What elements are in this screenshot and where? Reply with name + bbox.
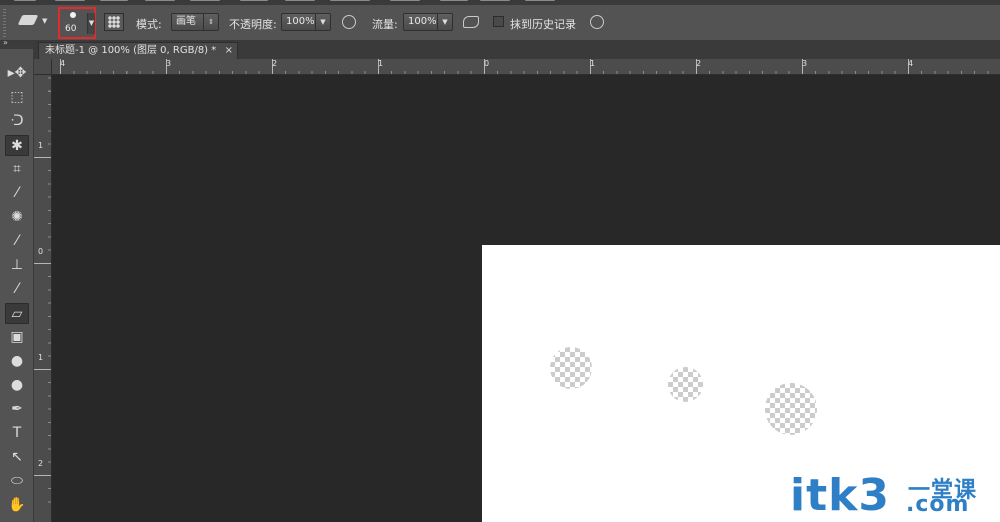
flow-value: 100%	[408, 16, 437, 27]
type-tool-icon[interactable]: T	[5, 423, 29, 444]
toolbar-collapse-handle[interactable]: »	[0, 38, 34, 49]
ruler-tick: 1	[38, 353, 44, 362]
eraser-preset-icon	[17, 15, 39, 25]
erased-transparent-area	[550, 347, 592, 389]
crop-tool-icon[interactable]: ⌗	[5, 159, 29, 180]
watermark-com-text: .com	[906, 492, 970, 517]
eraser-tool-icon[interactable]: ▱	[5, 303, 29, 324]
ruler-tick: 3	[166, 59, 172, 68]
marquee-tool-icon[interactable]: ⬚	[5, 87, 29, 108]
flow-field[interactable]: 100% ▼	[403, 13, 453, 31]
ruler-tick: 0	[484, 59, 490, 68]
ruler-tick: 1	[38, 141, 44, 150]
opacity-value: 100%	[286, 16, 315, 27]
canvas-workspace[interactable]	[52, 75, 1000, 522]
ruler-tick: 1	[378, 59, 384, 68]
erase-history-label: 抹到历史记录	[510, 18, 576, 31]
brush-size-value: 60	[65, 24, 77, 34]
options-bar: ▼ 60 ▼ 模式: 画笔 ⇕ 不透明度: 100% ▼ 流量: 100% ▼ …	[0, 5, 1000, 41]
pressure-opacity-button[interactable]	[340, 14, 358, 32]
airbrush-button[interactable]	[462, 14, 482, 32]
path-selection-tool-icon[interactable]: ↖	[5, 447, 29, 468]
pen-tool-icon[interactable]: ✒	[5, 399, 29, 420]
brush-panel-icon	[108, 16, 120, 28]
ruler-tick: 1	[590, 59, 596, 68]
document-tab[interactable]: 未标题-1 @ 100% (图层 0, RGB/8) * ×	[38, 42, 238, 59]
vertical-ruler[interactable]: 1 0 1 2	[34, 59, 52, 522]
mode-select[interactable]: 画笔 ⇕	[171, 13, 219, 31]
flow-label: 流量:	[372, 18, 398, 31]
brush-preset-picker[interactable]: 60 ▼	[58, 7, 96, 39]
erase-history-checkbox[interactable]	[493, 16, 504, 27]
chevron-down-icon[interactable]: ▼	[315, 14, 330, 30]
ruler-tick: 3	[802, 59, 808, 68]
airbrush-icon	[463, 16, 479, 28]
tools-panel: ▸✥ ⬚ ᑝ ✱ ⌗ ⁄ ✺ ⁄ ⊥ ⁄ ▱ ▣ ● ● ✒ T ↖ ⬭ ✋	[0, 49, 34, 522]
blur-tool-icon[interactable]: ●	[5, 351, 29, 372]
magic-wand-tool-icon[interactable]: ✱	[5, 135, 29, 156]
watermark-text: itk3	[790, 470, 890, 521]
ruler-tick: 2	[38, 459, 44, 468]
close-icon[interactable]: ×	[225, 43, 233, 58]
dodge-tool-icon[interactable]: ●	[5, 375, 29, 396]
move-tool-icon[interactable]: ▸✥	[5, 63, 29, 84]
document-tabs: 未标题-1 @ 100% (图层 0, RGB/8) * ×	[34, 41, 1000, 59]
eyedropper-tool-icon[interactable]: ⁄	[5, 183, 29, 204]
mode-label: 模式:	[136, 18, 162, 31]
erased-transparent-area	[668, 367, 703, 402]
chevron-down-icon: ▼	[42, 17, 48, 25]
document-tab-title: 未标题-1 @ 100% (图层 0, RGB/8) *	[45, 45, 217, 56]
ruler-tick: 4	[60, 59, 66, 68]
horizontal-ruler[interactable]: 4 3 2 1 0 1 2 3 4	[52, 59, 1000, 75]
ruler-tick: 4	[908, 59, 914, 68]
ruler-tick: 2	[272, 59, 278, 68]
history-brush-tool-icon[interactable]: ⁄	[5, 279, 29, 300]
brush-tip-icon	[70, 12, 76, 18]
gradient-tool-icon[interactable]: ▣	[5, 327, 29, 348]
watermark-logo: itk3 一堂课 .com	[790, 470, 976, 521]
pen-pressure-icon	[342, 15, 356, 29]
pressure-size-button[interactable]	[588, 14, 606, 32]
ruler-tick: 0	[38, 247, 44, 256]
ruler-tick: 2	[696, 59, 702, 68]
tool-preset-picker[interactable]: ▼	[17, 13, 48, 31]
mode-value: 画笔	[176, 16, 196, 27]
double-chevron-icon: »	[3, 38, 8, 47]
chevron-down-icon[interactable]: ▼	[87, 13, 95, 34]
opacity-label: 不透明度:	[229, 18, 277, 31]
updown-icon: ⇕	[203, 14, 218, 30]
brush-panel-toggle[interactable]	[104, 13, 124, 31]
stamp-tool-icon[interactable]: ⊥	[5, 255, 29, 276]
erased-transparent-area	[765, 383, 817, 435]
brush-tool-icon[interactable]: ⁄	[5, 231, 29, 252]
ellipse-tool-icon[interactable]: ⬭	[5, 471, 29, 492]
chevron-down-icon[interactable]: ▼	[437, 14, 452, 30]
hand-tool-icon[interactable]: ✋	[5, 495, 29, 516]
healing-tool-icon[interactable]: ✺	[5, 207, 29, 228]
options-bar-grip[interactable]	[3, 9, 6, 37]
opacity-field[interactable]: 100% ▼	[281, 13, 331, 31]
ruler-origin[interactable]	[34, 59, 52, 75]
pen-pressure-icon	[590, 15, 604, 29]
lasso-tool-icon[interactable]: ᑝ	[5, 111, 29, 132]
